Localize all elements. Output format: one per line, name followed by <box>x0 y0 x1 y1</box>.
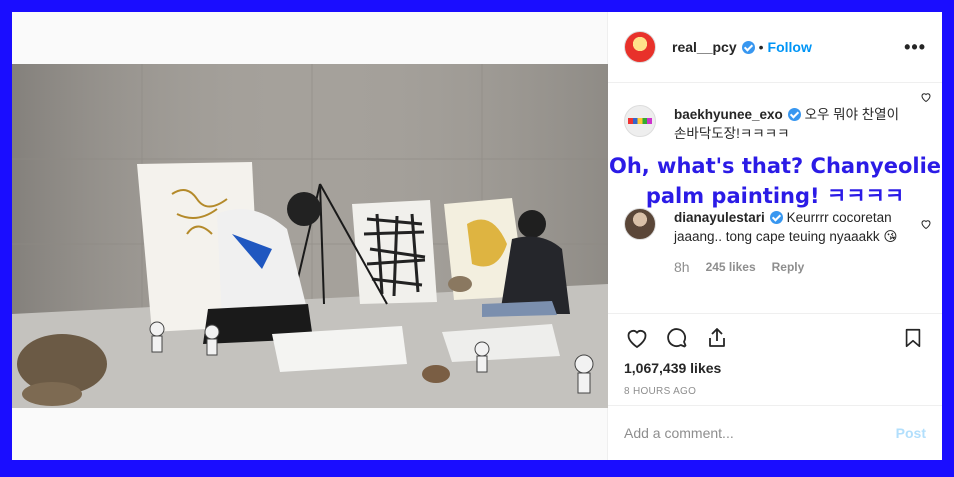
comment-item: baekhyunee_exo 오우 뭐야 찬열이 손바닥도장!ㅋㅋㅋㅋ <box>624 83 931 143</box>
follow-button[interactable]: Follow <box>768 39 812 55</box>
translation-line-2: palm painting! ㅋㅋㅋㅋ <box>645 184 905 208</box>
comment-username[interactable]: baekhyunee_exo <box>674 107 783 122</box>
comment-item: dianayulestari Keurrrr cocoretan jaaang.… <box>624 208 931 246</box>
comment-body: baekhyunee_exo 오우 뭐야 찬열이 손바닥도장!ㅋㅋㅋㅋ <box>674 105 914 143</box>
comment-likes[interactable]: 245 likes <box>706 260 756 274</box>
comment-meta: 8h 245 likes Reply <box>674 259 926 275</box>
more-options-icon[interactable]: ••• <box>904 37 926 58</box>
comments-list: baekhyunee_exo 오우 뭐야 찬열이 손바닥도장!ㅋㅋㅋㅋ Oh, … <box>608 83 942 312</box>
verified-badge-icon <box>741 40 755 54</box>
post-likes-count[interactable]: 1,067,439 likes <box>624 360 926 376</box>
like-comment-heart-icon[interactable] <box>920 218 932 230</box>
translation-overlay: Oh, what's that? Chanyeolie palm paintin… <box>608 151 942 211</box>
comment-time[interactable]: 8h <box>674 259 690 275</box>
post-sidebar: real__pcy • Follow ••• baekhyunee_exo 오우… <box>608 12 942 460</box>
comment-body: dianayulestari Keurrrr cocoretan jaaang.… <box>674 208 914 246</box>
post-comment-button[interactable]: Post <box>896 425 926 441</box>
media-pane <box>12 12 608 460</box>
author-username[interactable]: real__pcy <box>672 39 737 55</box>
commenter-avatar[interactable] <box>624 105 656 137</box>
comment-bubble-icon[interactable] <box>664 324 704 352</box>
header-separator: • <box>758 39 764 55</box>
like-heart-icon[interactable] <box>624 324 664 352</box>
share-icon[interactable] <box>704 324 744 352</box>
verified-badge-icon <box>769 211 783 224</box>
comment-username[interactable]: dianayulestari <box>674 210 765 225</box>
post-timestamp[interactable]: 8 HOURS AGO <box>624 386 926 397</box>
post-modal: real__pcy • Follow ••• baekhyunee_exo 오우… <box>12 12 942 460</box>
action-icon-row <box>624 322 926 354</box>
translation-line-1: Oh, what's that? Chanyeolie <box>608 154 942 178</box>
author-avatar[interactable] <box>624 31 656 63</box>
post-actions: 1,067,439 likes 8 HOURS AGO <box>608 313 942 397</box>
like-comment-heart-icon[interactable] <box>920 91 932 103</box>
bookmark-icon[interactable] <box>902 324 926 352</box>
add-comment-input[interactable] <box>624 425 896 441</box>
studio-painting-photo <box>12 64 608 408</box>
post-header: real__pcy • Follow ••• <box>608 12 942 83</box>
commenter-avatar[interactable] <box>624 208 656 240</box>
post-photo[interactable] <box>12 64 608 408</box>
reply-button[interactable]: Reply <box>772 260 805 274</box>
verified-badge-icon <box>787 108 801 121</box>
comment-composer: Post <box>608 405 942 460</box>
